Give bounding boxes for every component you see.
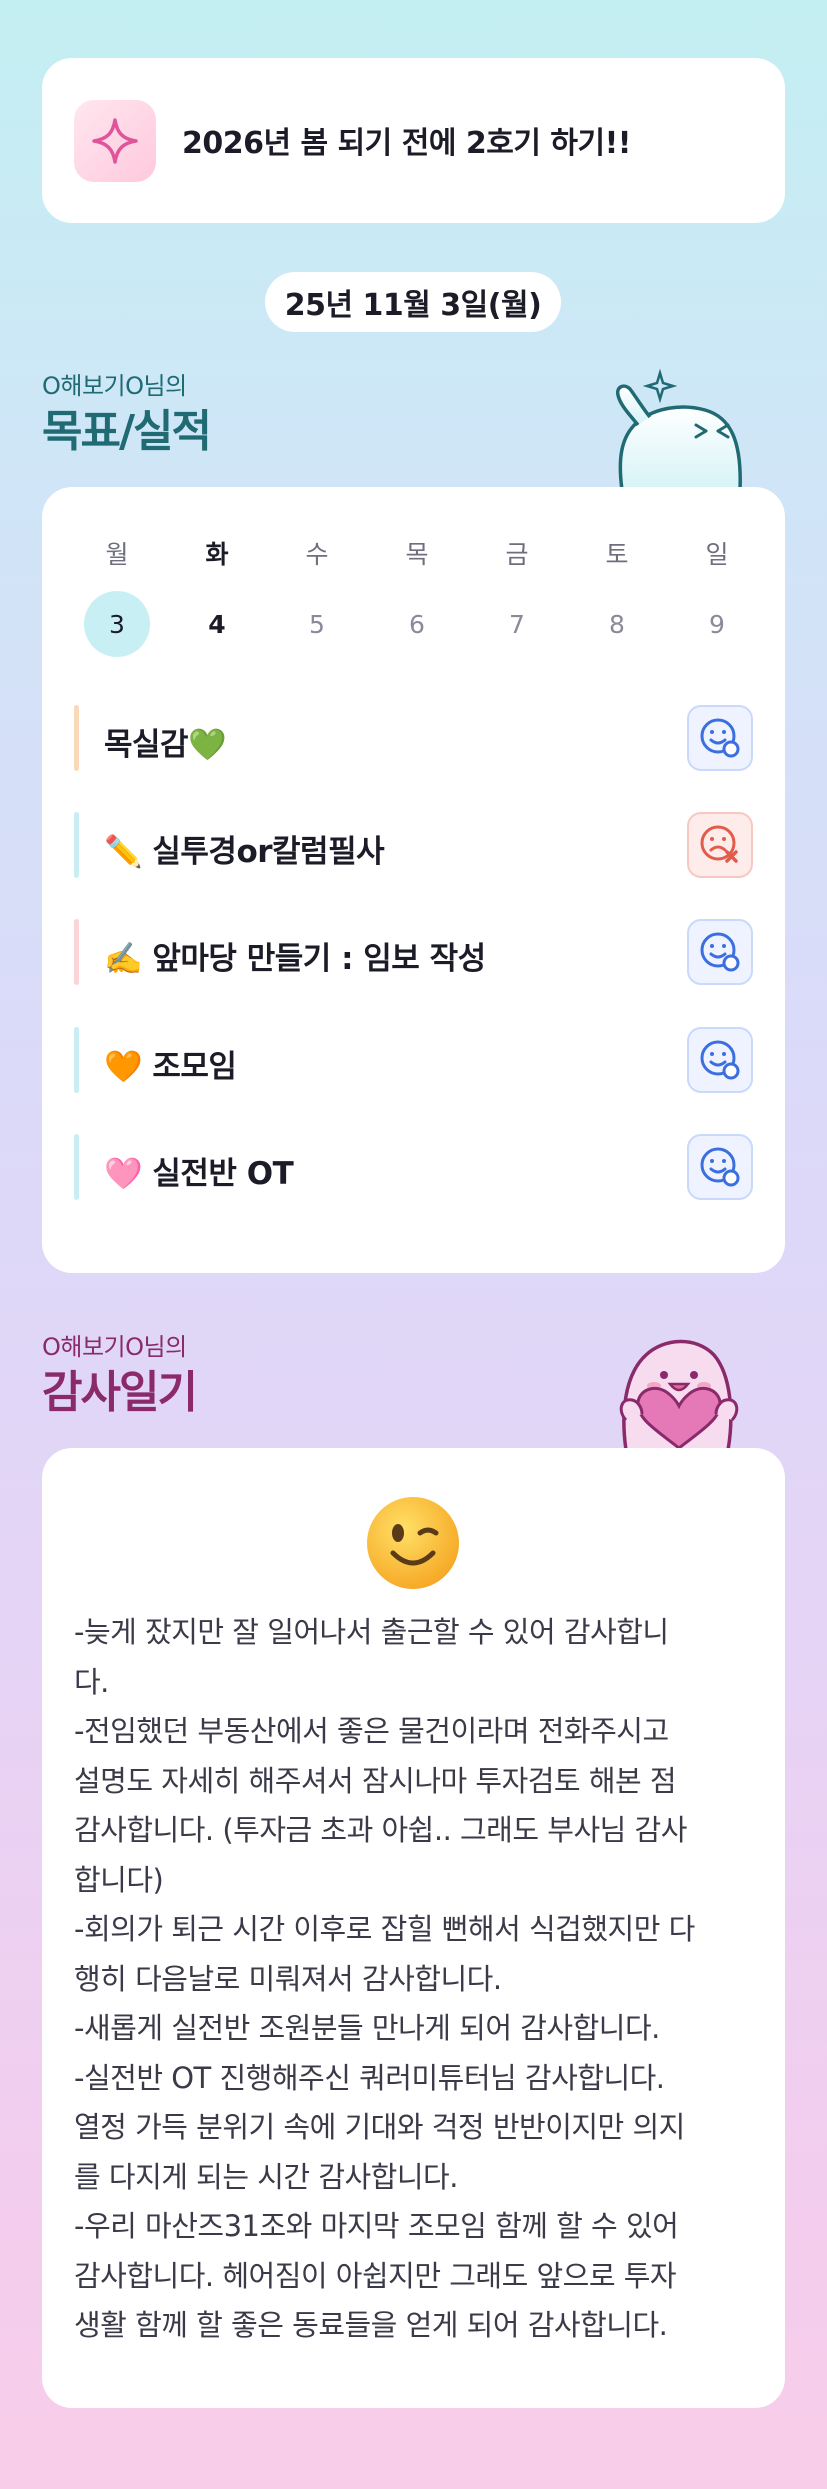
gratitude-diary-card: -늦게 잤지만 잘 일어나서 출근할 수 있어 감사합니 다. -전임했던 부동… xyxy=(42,1448,785,2408)
date-cell-selected[interactable]: 3 xyxy=(84,591,150,657)
diary-text: -늦게 잤지만 잘 일어나서 출근할 수 있어 감사합니 다. -전임했던 부동… xyxy=(74,1608,754,2351)
task-label: 🩷 실전반 OT xyxy=(104,1156,294,1192)
task-label: 목실감💚 xyxy=(104,727,227,763)
diary-line: -우리 마산즈31조와 마지막 조모임 함께 할 수 있어 xyxy=(74,2209,679,2243)
task-item[interactable]: 🧡 조모임 xyxy=(74,1027,753,1093)
diary-line: 를 다지게 되는 시간 감사합니다. xyxy=(74,2159,458,2194)
task-color-bar xyxy=(74,812,79,878)
goal-card[interactable]: 2026년 봄 되기 전에 2호기 하기!! xyxy=(42,58,785,223)
plan-section-title: 목표/실적 xyxy=(42,406,212,457)
sparkle-icon xyxy=(74,100,156,182)
smile-check-icon[interactable] xyxy=(687,919,753,985)
date-cell[interactable]: 7 xyxy=(484,591,550,657)
diary-section-title: 감사일기 xyxy=(42,1367,198,1418)
weekday-label: 목 xyxy=(405,540,429,569)
diary-line: -전임했던 부동산에서 좋은 물건이라며 전화주시고 xyxy=(74,1714,669,1748)
task-color-bar xyxy=(74,1027,79,1093)
diary-line: 열정 가득 분위기 속에 기대와 걱정 반반이지만 의지 xyxy=(74,2110,685,2144)
weekday-label: 수 xyxy=(305,540,329,569)
task-label: ✏️ 실투경or칼럼필사 xyxy=(104,834,385,870)
task-color-bar xyxy=(74,1134,79,1200)
task-item[interactable]: ✏️ 실투경or칼럼필사 xyxy=(74,812,753,878)
diary-line: -회의가 퇴근 시간 이후로 잡힐 뻔해서 식겁했지만 다 xyxy=(74,1912,695,1946)
diary-line: 행히 다음날로 미뤄져서 감사합니다. xyxy=(74,1961,502,1996)
mascot-ghost-heart-icon xyxy=(596,1320,756,1452)
wink-emoji-icon xyxy=(363,1493,463,1593)
weekday-row: 월 화 수 목 금 토 일 xyxy=(84,535,750,571)
date-cell[interactable]: 4 xyxy=(184,591,250,657)
diary-line: -새롭게 실전반 조원분들 만나게 되어 감사합니다. xyxy=(74,2011,660,2045)
date-cell[interactable]: 6 xyxy=(384,591,450,657)
task-item[interactable]: 🩷 실전반 OT xyxy=(74,1134,753,1200)
diary-line: 다. xyxy=(74,1664,109,1699)
date-cell[interactable]: 5 xyxy=(284,591,350,657)
week-strip: 월 화 수 목 금 토 일 3 4 5 6 7 8 9 xyxy=(84,535,750,657)
diary-line: 감사합니다. 헤어짐이 아쉽지만 그래도 앞으로 투자 xyxy=(74,2258,677,2293)
task-item[interactable]: ✍️ 앞마당 만들기 : 임보 작성 xyxy=(74,919,753,985)
task-color-bar xyxy=(74,705,79,771)
diary-line: 설명도 자세히 해주셔서 잠시나마 투자검토 해본 점 xyxy=(74,1763,677,1798)
task-color-bar xyxy=(74,919,79,985)
diary-line: -실전반 OT 진행해주신 쿼러미튜터님 감사합니다. xyxy=(74,2060,665,2095)
task-label: 🧡 조모임 xyxy=(104,1049,237,1085)
diary-line: 합니다) xyxy=(74,1862,164,1897)
plan-card: 월 화 수 목 금 토 일 3 4 5 6 7 8 9 목실감💚 ✏️ 실투경o… xyxy=(42,487,785,1273)
weekday-label: 금 xyxy=(505,540,529,569)
date-pill[interactable]: 25년 11월 3일(월) xyxy=(265,272,561,332)
goal-text: 2026년 봄 되기 전에 2호기 하기!! xyxy=(182,126,631,161)
date-cell[interactable]: 8 xyxy=(584,591,650,657)
smile-check-icon[interactable] xyxy=(687,1027,753,1093)
diary-line: 감사합니다. (투자금 초과 아쉽.. 그래도 부사님 감사 xyxy=(74,1813,687,1847)
mascot-ghost-waving-icon xyxy=(600,365,750,492)
task-item[interactable]: 목실감💚 xyxy=(74,705,753,771)
date-row: 3 4 5 6 7 8 9 xyxy=(84,591,750,657)
smile-check-icon[interactable] xyxy=(687,1134,753,1200)
diary-line: -늦게 잤지만 잘 일어나서 출근할 수 있어 감사합니 xyxy=(74,1615,669,1649)
date-cell[interactable]: 9 xyxy=(684,591,750,657)
weekday-label: 토 xyxy=(605,540,629,569)
weekday-label: 월 xyxy=(105,540,129,569)
smile-check-icon[interactable] xyxy=(687,705,753,771)
weekday-label: 일 xyxy=(705,540,729,569)
diary-line: 생활 함께 할 좋은 동료들을 얻게 되어 감사합니다. xyxy=(74,2308,668,2342)
sad-x-icon[interactable] xyxy=(687,812,753,878)
weekday-label: 화 xyxy=(205,540,229,569)
task-label: ✍️ 앞마당 만들기 : 임보 작성 xyxy=(104,941,486,977)
